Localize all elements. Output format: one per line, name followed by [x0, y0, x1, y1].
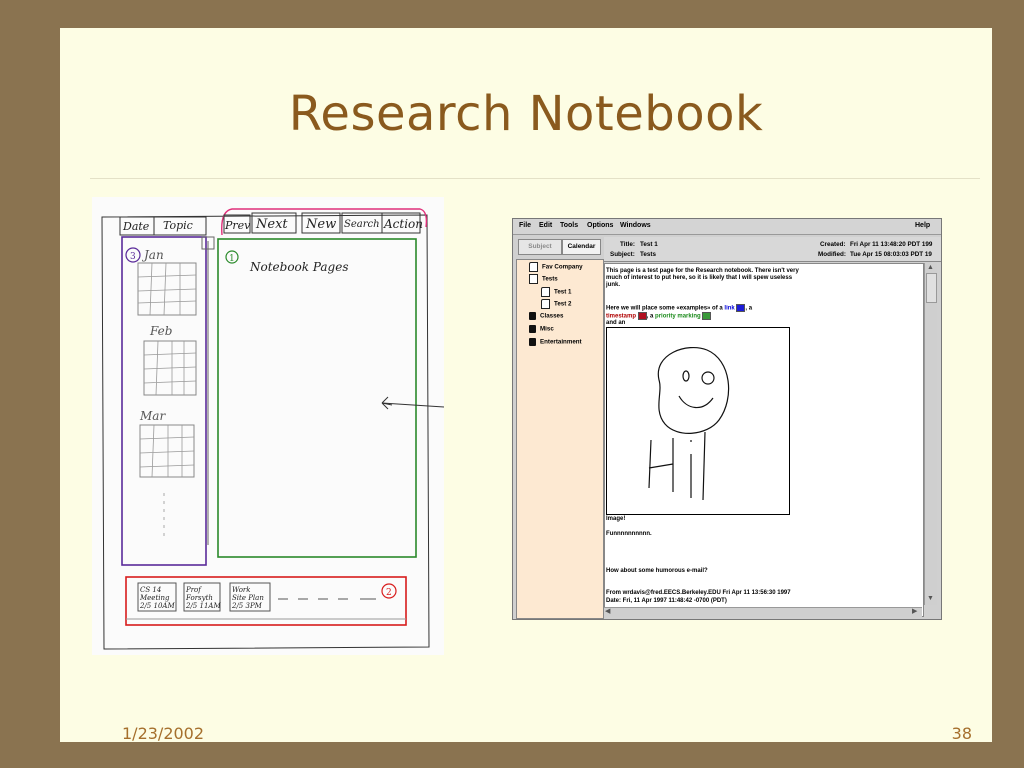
menu-bar: File Edit Tools Options Windows Help [513, 219, 941, 235]
sketch-thumb-1-line1: CS 14 [140, 586, 161, 594]
priority-swatch-icon [702, 312, 712, 320]
tree-item-label: Misc [540, 325, 554, 333]
sketch-action-label: Action [383, 217, 423, 231]
menu-tools[interactable]: Tools [560, 222, 578, 229]
book-icon [529, 338, 536, 346]
email-from-line: From wrdavis@fred.EECS.Berkeley.EDU Fri … [606, 590, 791, 596]
sketch-prev-label: Prev [224, 219, 251, 232]
image-caption: Image! [606, 516, 626, 522]
sketch-month-jan: Jan [141, 248, 164, 262]
sketch-drawing: Date Topic Prev Next New Search Action 3… [101, 208, 444, 650]
para2-text-a: Here we will place some «examples» of a [606, 305, 725, 312]
drawing-image[interactable] [606, 327, 790, 515]
funny-text: Funnnnnnnnnn. [606, 531, 652, 537]
para1-line3: junk. [606, 282, 621, 288]
tree-item-label: Fav Company [542, 263, 583, 271]
page-header: Title: Test 1 Subject: Tests Created: Fr… [604, 237, 941, 262]
menu-help[interactable]: Help [915, 222, 930, 229]
priority-marking-text[interactable]: priority marking [655, 314, 701, 320]
title-value: Test 1 [640, 241, 658, 248]
sketch-tab-date: Date [122, 220, 150, 233]
sketch-marker-3: 3 [130, 252, 136, 262]
sketch-thumb-2-line3: 2/5 11AM [185, 602, 221, 610]
sketch-thumb-3-line1: Work [232, 586, 251, 594]
created-label: Created: [820, 241, 846, 248]
modified-value: Tue Apr 15 08:03:03 PDT 19 [850, 251, 932, 258]
sketch-thumb-2-line2: Forsyth [185, 594, 213, 602]
email-date-line: Date: Fri, 11 Apr 1997 11:48:42 -0700 (P… [606, 598, 727, 604]
page-content[interactable]: This page is a test page for the Researc… [604, 263, 924, 617]
tree-item-classes[interactable]: Classes [529, 312, 563, 320]
menu-edit[interactable]: Edit [539, 222, 552, 229]
paper-sketch-image: Date Topic Prev Next New Search Action 3… [92, 197, 444, 655]
sketch-tab-topic: Topic [163, 219, 193, 232]
vertical-scrollbar[interactable]: ▲ ▼ [924, 263, 937, 605]
book-icon [529, 312, 536, 320]
tree-item-test-2[interactable]: Test 2 [541, 299, 571, 309]
sketch-search-label: Search [344, 219, 380, 230]
scroll-up-icon[interactable]: ▲ [927, 264, 934, 272]
tree-item-label: Entertainment [540, 338, 582, 346]
scroll-left-icon[interactable]: ◀ [605, 608, 610, 616]
scroll-thumb[interactable] [926, 273, 937, 303]
tree-item-label: Test 1 [554, 288, 572, 296]
subject-value: Tests [640, 251, 656, 258]
title-label: Title: [620, 241, 635, 248]
sketch-thumb-3-line2: Site Plan [232, 594, 264, 602]
tree-item-test-1[interactable]: Test 1 [541, 287, 571, 297]
scroll-down-icon[interactable]: ▼ [927, 595, 934, 603]
sketch-thumb-3-line3: 2/5 3PM [231, 602, 263, 610]
sketch-marker-1: 1 [229, 254, 235, 264]
tree-item-label: Classes [540, 312, 564, 320]
sketch-marker-2: 2 [386, 588, 392, 598]
email-question: How about some humorous e-mail? [606, 568, 708, 574]
menu-file[interactable]: File [519, 222, 531, 229]
document-icon [541, 299, 550, 309]
slide-date: 1/23/2002 [122, 724, 205, 743]
tree-item-label: Test 2 [554, 300, 572, 308]
scroll-right-icon[interactable]: ▶ [912, 608, 917, 616]
modified-label: Modified: [818, 251, 846, 258]
book-icon [529, 325, 536, 333]
tab-calendar[interactable]: Calendar [562, 239, 601, 255]
tab-subject[interactable]: Subject [518, 239, 562, 255]
document-icon [541, 287, 550, 297]
para1-line2: much of interest to put here, so it is l… [606, 275, 793, 281]
tree-item-fav-company[interactable]: Fav Company [529, 262, 583, 272]
document-icon [529, 262, 538, 272]
sketch-next-label: Next [255, 217, 288, 232]
tree-item-label: Tests [542, 275, 558, 283]
notebook-app-window: File Edit Tools Options Windows Help Sub… [512, 218, 942, 620]
para2-text-c: , a [646, 313, 656, 320]
sketch-thumb-1-line3: 2/5 10AM [139, 602, 175, 610]
slide-page-number: 38 [951, 724, 972, 743]
timestamp-swatch-icon [637, 312, 647, 320]
created-value: Fri Apr 11 13:48:20 PDT 199 [850, 241, 933, 248]
timestamp-text[interactable]: timestamp [606, 314, 636, 320]
tree-item-misc[interactable]: Misc [529, 325, 554, 333]
horizontal-scrollbar[interactable]: ◀ ▶ [604, 607, 922, 617]
sketch-new-label: New [305, 217, 336, 232]
sketch-month-feb: Feb [149, 324, 172, 338]
tree-item-entertainment[interactable]: Entertainment [529, 338, 582, 346]
open-book-icon [529, 274, 538, 284]
subject-label: Subject: [610, 251, 635, 258]
sketch-month-mar: Mar [139, 409, 166, 423]
para2-text-b: , a [745, 305, 753, 312]
sketch-pane-label: Notebook Pages [249, 260, 349, 274]
slide-title: Research Notebook [288, 86, 764, 142]
menu-windows[interactable]: Windows [620, 222, 651, 229]
left-pane: Subject Calendar Fav Company Tests Test … [515, 237, 604, 619]
example-link[interactable]: link [724, 306, 734, 312]
sketch-thumb-1-line2: Meeting [139, 594, 170, 602]
topic-tree: Fav Company Tests Test 1 Test 2 Classes … [516, 259, 604, 619]
sketch-thumb-2-line1: Prof [185, 586, 202, 594]
tree-item-tests[interactable]: Tests [529, 274, 558, 284]
smiley-drawing [648, 346, 730, 501]
title-divider [90, 178, 980, 179]
menu-options[interactable]: Options [587, 222, 613, 229]
